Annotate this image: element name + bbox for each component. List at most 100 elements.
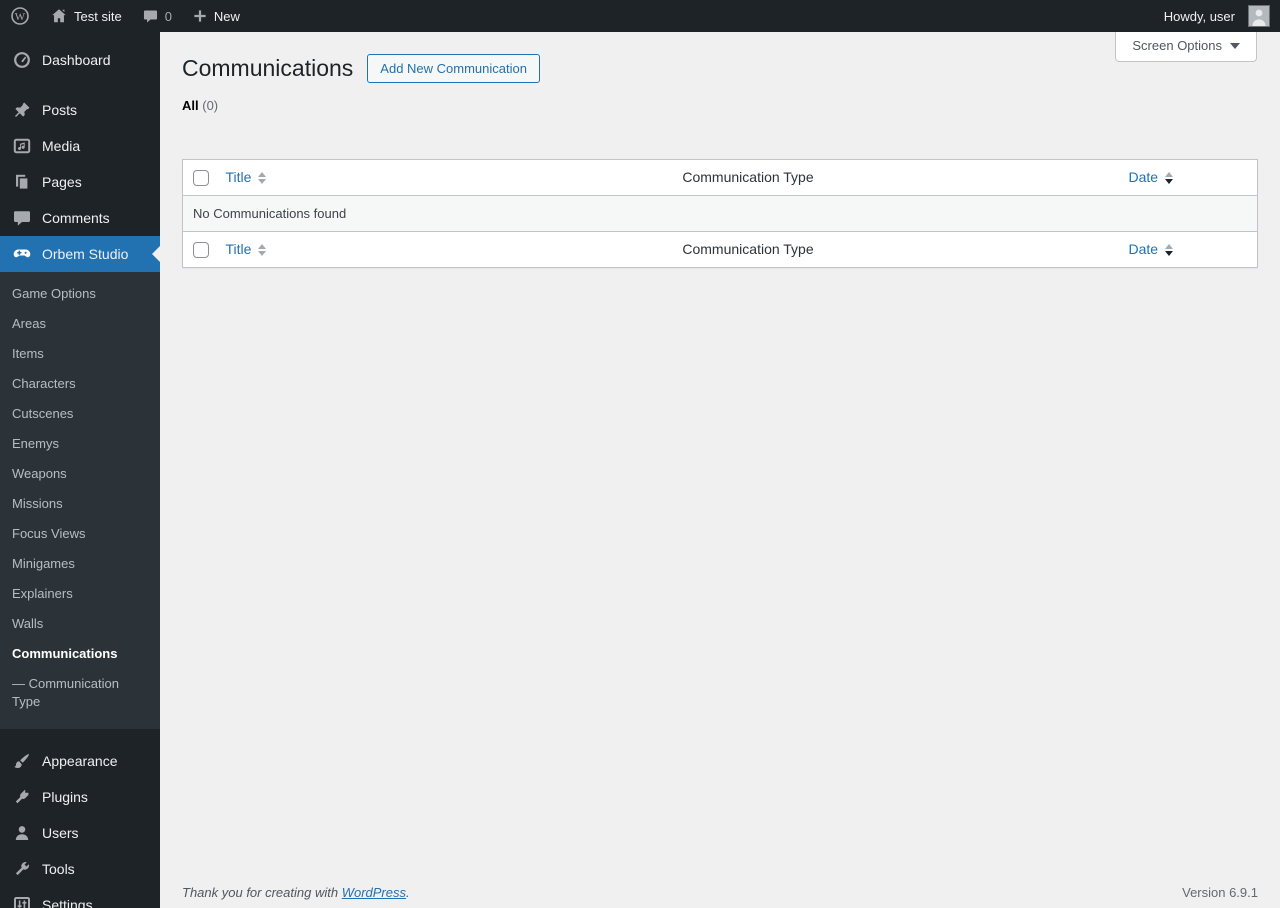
user-icon: [12, 823, 32, 843]
communications-table: Title Communication Type Date No Communi…: [182, 159, 1258, 268]
sidebar-item-pages[interactable]: Pages: [0, 164, 160, 200]
select-all-checkbox[interactable]: [193, 242, 209, 259]
sidebar-item-users[interactable]: Users: [0, 815, 160, 851]
orbem-studio-submenu: Game Options Areas Items Characters Cuts…: [0, 272, 160, 729]
filter-all-count: (0): [202, 98, 219, 113]
sidebar-item-posts[interactable]: Posts: [0, 92, 160, 128]
sidebar-item-label: Posts: [42, 102, 78, 118]
sort-arrows-icon: [1165, 171, 1174, 184]
sidebar-item-label: Plugins: [42, 789, 88, 805]
thanks-prefix: Thank you for creating with: [182, 885, 342, 900]
site-name-link[interactable]: Test site: [40, 0, 132, 32]
submenu-item-minigames[interactable]: Minigames: [0, 549, 160, 579]
empty-table-row: No Communications found: [182, 195, 1258, 232]
wordpress-link[interactable]: WordPress: [342, 885, 406, 900]
pushpin-icon: [12, 100, 32, 120]
main-content: Screen Options Communications Add New Co…: [160, 32, 1280, 908]
wordpress-logo-icon: W: [10, 6, 30, 26]
sidebar-item-plugins[interactable]: Plugins: [0, 779, 160, 815]
gamepad-icon: [12, 244, 32, 264]
column-title-label: Title: [225, 169, 252, 185]
submenu-item-communications[interactable]: Communications: [0, 639, 160, 669]
sidebar-item-label: Orbem Studio: [42, 246, 129, 262]
sort-arrows-icon: [258, 171, 267, 184]
sidebar-item-label: Users: [42, 825, 79, 841]
sort-arrows-icon: [1165, 243, 1174, 256]
site-name-label: Test site: [74, 8, 122, 24]
sidebar-item-label: Dashboard: [42, 52, 111, 68]
thanks-suffix: .: [406, 885, 410, 900]
comment-bubble-icon: [142, 8, 159, 25]
column-type-label: Communication Type: [682, 241, 814, 257]
column-date-label: Date: [1128, 169, 1159, 185]
page-title: Communications: [182, 55, 354, 81]
pages-icon: [12, 172, 32, 192]
sort-by-title-link[interactable]: Title: [226, 240, 267, 259]
chevron-down-icon: [1230, 42, 1240, 49]
sidebar-item-media[interactable]: Media: [0, 128, 160, 164]
submenu-item-areas[interactable]: Areas: [0, 309, 160, 339]
new-label: New: [213, 8, 240, 24]
sidebar-item-label: Comments: [42, 210, 110, 226]
submenu-item-enemys[interactable]: Enemys: [0, 429, 160, 459]
table-footer-row: Title Communication Type Date: [183, 232, 1258, 268]
column-type-label: Communication Type: [682, 169, 814, 185]
admin-bar: W Test site 0 New Howdy, user: [0, 0, 1280, 32]
comments-admin-bar-link[interactable]: 0: [132, 0, 182, 32]
sort-by-date-link[interactable]: Date: [1129, 168, 1174, 187]
plus-icon: [192, 8, 208, 24]
avatar: [1248, 5, 1270, 27]
screen-options-button[interactable]: Screen Options: [1115, 32, 1257, 62]
comments-icon: [12, 208, 32, 228]
table-header-row: Title Communication Type Date: [183, 160, 1258, 196]
home-icon: [50, 7, 68, 25]
sidebar-item-appearance[interactable]: Appearance: [0, 743, 160, 779]
sidebar-item-comments[interactable]: Comments: [0, 200, 160, 236]
empty-message: No Communications found: [182, 195, 1258, 232]
sidebar-item-orbem-studio[interactable]: Orbem Studio: [0, 236, 160, 272]
submenu-item-communication-type[interactable]: — Communication Type: [0, 669, 160, 717]
sidebar-item-label: Media: [42, 138, 81, 154]
sort-arrows-icon: [258, 243, 267, 256]
comment-count: 0: [164, 8, 172, 24]
column-date-label: Date: [1128, 241, 1159, 257]
select-all-checkbox[interactable]: [193, 170, 209, 187]
sidebar-item-settings[interactable]: Settings: [0, 887, 160, 908]
new-content-link[interactable]: New: [182, 0, 250, 32]
submenu-item-focus-views[interactable]: Focus Views: [0, 519, 160, 549]
howdy-label: Howdy, user: [1163, 8, 1235, 24]
screen-options-label: Screen Options: [1132, 38, 1222, 53]
column-title-label: Title: [225, 241, 252, 257]
sort-by-date-link[interactable]: Date: [1129, 240, 1174, 259]
submenu-item-missions[interactable]: Missions: [0, 489, 160, 519]
sidebar-item-label: Appearance: [42, 753, 118, 769]
submenu-item-weapons[interactable]: Weapons: [0, 459, 160, 489]
account-menu[interactable]: Howdy, user: [1154, 0, 1280, 32]
sidebar-item-label: Tools: [42, 861, 75, 877]
filter-all-link[interactable]: All: [182, 98, 199, 113]
submenu-item-cutscenes[interactable]: Cutscenes: [0, 399, 160, 429]
paintbrush-icon: [12, 751, 32, 771]
submenu-item-characters[interactable]: Characters: [0, 369, 160, 399]
media-icon: [12, 136, 32, 156]
footer-version: Version 6.9.1: [1182, 885, 1258, 900]
sidebar-item-label: Pages: [42, 174, 82, 190]
submenu-item-walls[interactable]: Walls: [0, 609, 160, 639]
dashboard-icon: [12, 50, 32, 70]
submenu-item-game-options[interactable]: Game Options: [0, 279, 160, 309]
admin-footer: Thank you for creating with WordPress. V…: [160, 885, 1280, 900]
sidebar-item-dashboard[interactable]: Dashboard: [0, 42, 160, 78]
submenu-item-explainers[interactable]: Explainers: [0, 579, 160, 609]
footer-thanks-text: Thank you for creating with WordPress.: [182, 885, 410, 900]
plugin-icon: [12, 787, 32, 807]
wordpress-logo-menu[interactable]: W: [0, 0, 40, 32]
svg-text:W: W: [15, 11, 26, 23]
sidebar-item-tools[interactable]: Tools: [0, 851, 160, 887]
sort-by-title-link[interactable]: Title: [226, 168, 267, 187]
filter-links: All (0): [160, 83, 1280, 113]
sidebar-item-label: Settings: [42, 897, 93, 908]
wrench-icon: [12, 859, 32, 879]
submenu-item-items[interactable]: Items: [0, 339, 160, 369]
add-new-communication-button[interactable]: Add New Communication: [367, 53, 540, 83]
admin-menu: Dashboard Posts Media Pages Comments Orb…: [0, 32, 160, 908]
